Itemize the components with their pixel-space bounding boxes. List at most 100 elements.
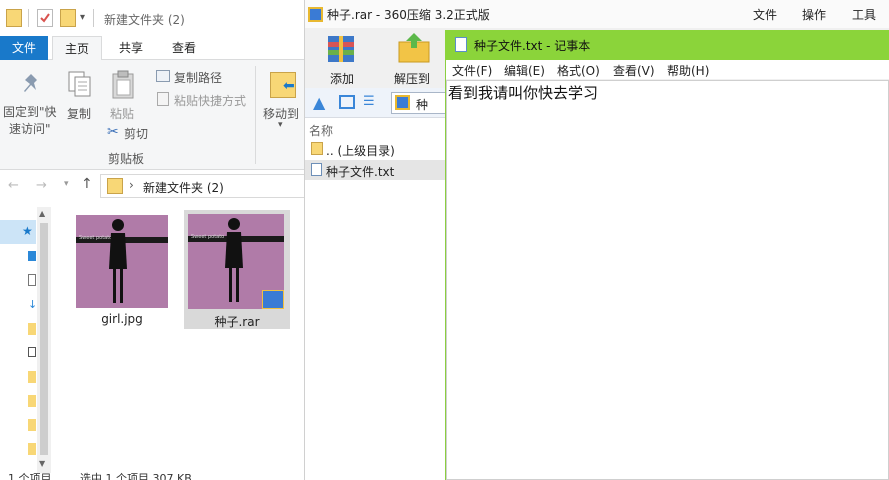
file-thumbnail: Sweet potato <box>188 214 284 309</box>
notepad-app-icon <box>455 37 467 52</box>
divider <box>28 9 29 27</box>
scroll-up-icon[interactable]: ▲ <box>39 209 45 218</box>
tab-view[interactable]: 查看 <box>160 36 208 60</box>
file-view: Sweet potato girl.jpg Sweet potato 种子.ra… <box>52 205 304 473</box>
tab-home[interactable]: 主页 <box>52 36 102 60</box>
document-text[interactable]: 看到我请叫你快去学习 <box>448 82 598 103</box>
paste-shortcut-button[interactable]: 粘贴快捷方式 <box>174 92 246 109</box>
copy-path-icon <box>156 70 170 82</box>
archive-file-list: 名称 .. (上级目录) 种子文件.txt <box>305 118 445 480</box>
address-box[interactable]: › 新建文件夹 (2) <box>100 174 304 198</box>
notepad-window: 种子文件.txt - 记事本 文件(F) 编辑(E) 格式(O) 查看(V) 帮… <box>445 30 889 480</box>
archive-badge-icon <box>262 290 284 309</box>
downloads-icon[interactable]: ↓ <box>28 298 37 311</box>
file-name: 种子.rar <box>214 315 260 329</box>
tab-file[interactable]: 文件 <box>0 36 48 60</box>
documents-icon[interactable] <box>28 274 36 286</box>
menu-operations[interactable]: 操作 <box>802 6 826 23</box>
breadcrumb[interactable]: 新建文件夹 (2) <box>143 179 224 196</box>
thumb-caption: Sweet potato <box>191 234 225 240</box>
text-file-icon <box>311 163 322 176</box>
menu-help[interactable]: 帮助(H) <box>667 62 709 79</box>
list-view-icon[interactable]: ☰ <box>363 94 375 109</box>
archive-title-bar: 种子.rar - 360压缩 3.2正式版 文件 操作 工具 <box>305 0 889 28</box>
archive-title: 种子.rar - 360压缩 3.2正式版 <box>327 8 490 22</box>
extract-to-label: 解压到 <box>394 72 431 86</box>
address-bar-row: ← → ▾ ↑ › 新建文件夹 (2) <box>0 170 304 202</box>
folder-icon[interactable] <box>6 9 22 27</box>
back-arrow-icon[interactable]: ← <box>8 178 19 193</box>
text-editor-area[interactable]: 看到我请叫你快去学习 <box>446 80 889 480</box>
folder-icon[interactable] <box>28 395 36 407</box>
menu-edit[interactable]: 编辑(E) <box>504 62 545 79</box>
ribbon-home: 固定到"快 速访问" 复制 粘贴 复制路径 粘贴快捷方式 ✂ 剪切 剪贴板 ⬅ … <box>0 60 304 170</box>
list-item-selected[interactable]: 种子文件.txt <box>305 160 445 180</box>
menu-tools[interactable]: 工具 <box>852 6 876 23</box>
archive-app-icon <box>308 7 323 22</box>
notepad-menu-bar: 文件(F) 编辑(E) 格式(O) 查看(V) 帮助(H) <box>446 60 889 80</box>
customize-quick-access-icon[interactable]: ▾ <box>80 12 85 23</box>
extract-to-button[interactable]: 解压到 <box>391 32 437 86</box>
folder-icon[interactable] <box>28 419 36 431</box>
list-item[interactable]: .. (上级目录) <box>305 139 445 159</box>
up-level-icon[interactable]: ▲ <box>313 93 325 112</box>
folder-icon[interactable] <box>28 371 36 383</box>
add-label: 添加 <box>330 72 355 86</box>
quick-access-item[interactable]: ★ <box>0 220 36 244</box>
properties-icon[interactable] <box>37 9 53 27</box>
forward-arrow-icon[interactable]: → <box>36 178 47 193</box>
new-folder-icon[interactable] <box>60 9 76 27</box>
add-button[interactable]: 添加 <box>319 32 365 86</box>
pin-icon[interactable] <box>20 72 42 99</box>
ribbon-tabs: 文件 主页 共享 查看 <box>0 36 304 60</box>
nav-scrollbar[interactable]: ▲ ▼ <box>37 207 51 473</box>
archive-path-field[interactable]: 种 <box>391 92 451 114</box>
thumbnail-view-icon[interactable] <box>339 95 355 109</box>
breadcrumb-separator-icon: › <box>129 178 134 192</box>
figure-silhouette-icon <box>225 218 243 302</box>
desktop-icon[interactable] <box>28 251 36 261</box>
cut-button[interactable]: 剪切 <box>124 125 148 142</box>
menu-file[interactable]: 文件(F) <box>452 62 492 79</box>
parent-directory-label: .. (上级目录) <box>326 144 395 158</box>
copy-icon[interactable] <box>67 70 93 101</box>
scroll-down-icon[interactable]: ▼ <box>39 459 45 468</box>
chevron-down-icon: ▾ <box>278 120 283 130</box>
explorer-title-bar: ▾ 新建文件夹 (2) <box>0 0 304 36</box>
paste-icon[interactable] <box>110 70 136 103</box>
folder-icon <box>107 178 123 194</box>
divider <box>255 66 256 164</box>
folder-icon[interactable] <box>28 323 36 335</box>
navigation-pane: ★ ↓ ▲ ▼ <box>0 205 52 473</box>
folder-icon <box>311 142 323 155</box>
copy-button[interactable]: 复制 <box>67 105 91 122</box>
menu-view[interactable]: 查看(V) <box>613 62 655 79</box>
recent-locations-icon[interactable]: ▾ <box>64 179 69 189</box>
file-item[interactable]: Sweet potato girl.jpg <box>70 209 174 329</box>
file-explorer-window: ▾ 新建文件夹 (2) 文件 主页 共享 查看 固定到"快 速访问" 复制 粘贴… <box>0 0 305 480</box>
menu-file[interactable]: 文件 <box>753 6 777 23</box>
pin-to-quick-access-button[interactable]: 固定到"快 速访问" <box>3 104 57 138</box>
copy-path-button[interactable]: 复制路径 <box>174 69 222 86</box>
tab-share[interactable]: 共享 <box>106 36 156 60</box>
scrollbar-thumb[interactable] <box>40 223 48 455</box>
file-item-selected[interactable]: Sweet potato 种子.rar <box>184 210 290 329</box>
pictures-icon[interactable] <box>28 347 36 357</box>
notepad-title: 种子文件.txt - 记事本 <box>474 39 591 53</box>
folder-icon[interactable] <box>28 443 36 455</box>
notepad-title-bar: 种子文件.txt - 记事本 <box>445 30 889 60</box>
paste-button[interactable]: 粘贴 <box>110 105 134 122</box>
up-arrow-icon[interactable]: ↑ <box>81 176 93 192</box>
arrow-left-icon: ⬅ <box>283 78 295 94</box>
scissors-icon: ✂ <box>107 124 119 140</box>
file-thumbnail: Sweet potato <box>76 215 168 308</box>
column-header-name[interactable]: 名称 <box>309 122 333 139</box>
archive-icon <box>395 95 410 110</box>
menu-format[interactable]: 格式(O) <box>557 62 600 79</box>
file-name: girl.jpg <box>101 312 143 326</box>
window-title: 新建文件夹 (2) <box>104 13 185 27</box>
status-selection: 选中 1 个项目 307 KB <box>80 472 192 480</box>
add-archive-icon <box>328 36 354 62</box>
pin-icon: ★ <box>22 224 33 238</box>
status-item-count: 1 个项目 <box>8 472 52 480</box>
